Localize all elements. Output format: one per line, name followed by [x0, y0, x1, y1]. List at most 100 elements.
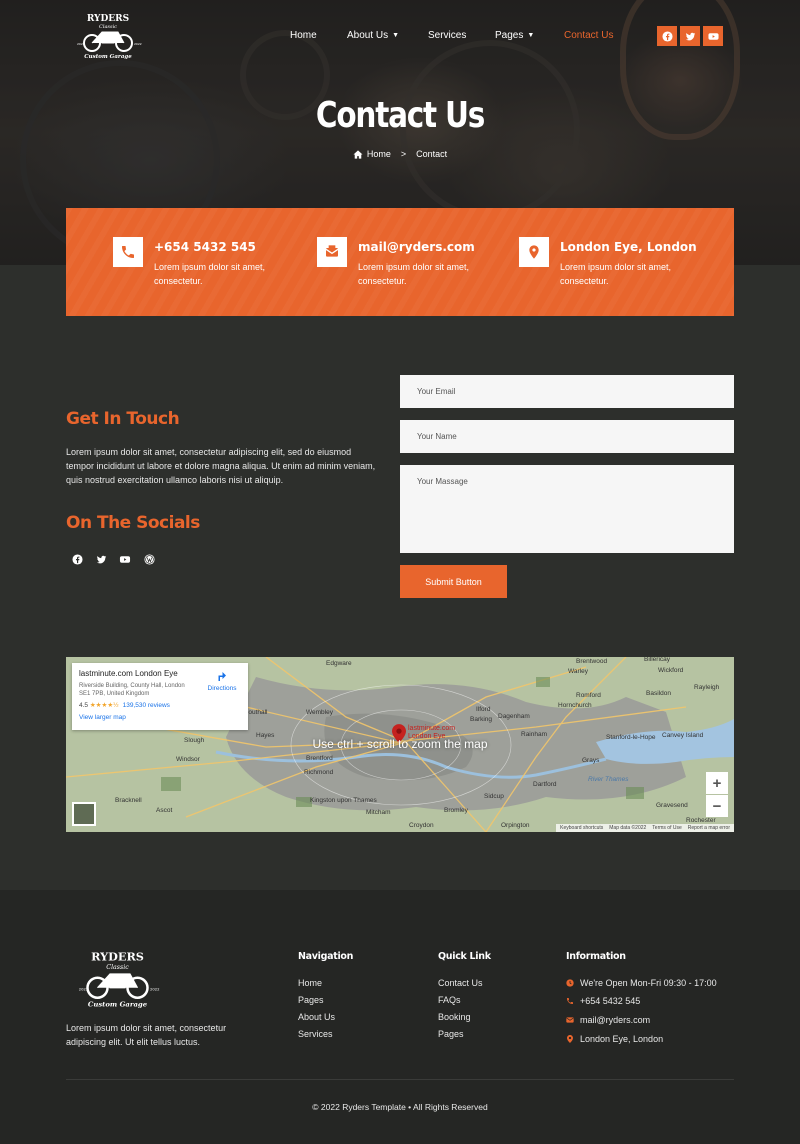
footer-logo[interactable]: RYDERS Classic 2022 2022 Custom Garage	[75, 948, 160, 1010]
map-place-label: Wickford	[658, 667, 684, 674]
footer-link-faqs[interactable]: FAQs	[438, 995, 461, 1005]
chevron-down-icon: ▼	[527, 32, 535, 39]
footer-link-pages-2[interactable]: Pages	[438, 1029, 464, 1039]
nav-pages[interactable]: Pages ▼	[495, 30, 534, 41]
svg-text:RYDERS: RYDERS	[87, 14, 129, 24]
footer-info-phone[interactable]: +654 5432 545	[566, 996, 640, 1006]
breadcrumb-home-label: Home	[366, 149, 391, 159]
map-place-label: Edgware	[326, 660, 352, 667]
map-place-label: Brentwood	[576, 658, 607, 665]
map-place-label: Ascot	[156, 807, 172, 814]
nav-services-label: Services	[428, 30, 467, 41]
breadcrumb-current: Contact	[416, 149, 448, 159]
contact-info-box: +654 5432 545 Lorem ipsum dolor sit amet…	[66, 208, 734, 316]
footer-info-hours: We're Open Mon-Fri 09:30 - 17:00	[566, 978, 717, 988]
nav-about-us-label: About Us	[347, 30, 389, 41]
map-place-label: Romford	[576, 692, 601, 699]
info-phone-text: Lorem ipsum dolor sit amet, consectetur.	[154, 262, 266, 286]
directions-label: Directions	[207, 685, 237, 692]
youtube-icon[interactable]	[703, 26, 723, 46]
map-data-label: Map data ©2022	[609, 825, 647, 831]
wordpress-icon[interactable]	[142, 552, 156, 566]
info-location-title[interactable]: London Eye, London	[560, 240, 697, 254]
map-satellite-toggle[interactable]	[72, 802, 96, 826]
map-place-label: River Thames	[588, 776, 629, 783]
map-embed[interactable]: Edgware Brentwood Billericay Warley Wickford…	[66, 657, 734, 832]
page-title: Contact Us	[315, 95, 485, 136]
footer-quick-link-heading: Quick Link	[438, 951, 491, 962]
footer-link-booking[interactable]: Booking	[438, 1012, 471, 1022]
footer-info-email[interactable]: mail@ryders.com	[566, 1015, 650, 1025]
phone-icon	[113, 237, 143, 267]
directions-icon	[218, 672, 226, 681]
footer-link-pages[interactable]: Pages	[298, 995, 324, 1005]
twitter-icon[interactable]	[680, 26, 700, 46]
footer-link-home[interactable]: Home	[298, 978, 322, 988]
footer-description: Lorem ipsum dolor sit amet, consectetur …	[66, 1023, 227, 1047]
map-place-label: Grays	[582, 757, 600, 764]
terms-link[interactable]: Terms of Use	[652, 825, 681, 831]
directions-button[interactable]: Directions	[204, 671, 240, 692]
svg-text:Custom Garage: Custom Garage	[88, 1001, 148, 1009]
socials-heading: On The Socials	[66, 513, 200, 533]
mail-icon	[317, 237, 347, 267]
site-footer: RYDERS Classic 2022 2022 Custom Garage L…	[0, 890, 800, 1144]
zoom-out-button[interactable]: −	[706, 795, 728, 817]
info-email-title[interactable]: mail@ryders.com	[358, 240, 475, 254]
chevron-down-icon: ▼	[392, 32, 400, 39]
location-pin-icon	[519, 237, 549, 267]
footer-navigation-heading: Navigation	[298, 951, 354, 962]
clock-icon	[566, 979, 574, 987]
zoom-in-button[interactable]: +	[706, 772, 728, 794]
report-error-link[interactable]: Report a map error	[688, 825, 730, 831]
map-place-label: Bracknell	[115, 797, 142, 804]
email-field[interactable]: Your Email	[400, 375, 734, 408]
name-field[interactable]: Your Name	[400, 420, 734, 453]
brand-logo[interactable]: RYDERS Classic 2022 2022 Custom Garage	[74, 12, 142, 60]
map-place-label: Ilford	[476, 706, 491, 713]
nav-contact-us[interactable]: Contact Us	[564, 30, 613, 41]
view-larger-map-link[interactable]: View larger map	[79, 714, 241, 721]
nav-contact-us-label: Contact Us	[564, 30, 614, 41]
svg-text:2022: 2022	[79, 987, 89, 991]
map-reviews-link[interactable]: 139,530 reviews	[123, 702, 170, 709]
info-phone-title[interactable]: +654 5432 545	[154, 240, 256, 254]
footer-link-services[interactable]: Services	[298, 1029, 333, 1039]
map-place-label: Billericay	[644, 657, 671, 663]
nav-services[interactable]: Services	[428, 30, 466, 41]
nav-home[interactable]: Home	[290, 30, 317, 41]
map-place-label: Sidcup	[484, 793, 504, 800]
mail-icon	[566, 1016, 574, 1024]
youtube-icon[interactable]	[118, 552, 132, 566]
footer-link-about-us[interactable]: About Us	[298, 1012, 335, 1022]
map-place-label: Richmond	[304, 769, 334, 776]
message-field[interactable]: Your Massage	[400, 465, 734, 553]
twitter-icon[interactable]	[94, 552, 108, 566]
keyboard-shortcuts-link[interactable]: Keyboard shortcuts	[560, 825, 603, 831]
map-place-label: Kingston upon Thames	[310, 797, 377, 804]
facebook-icon[interactable]	[657, 26, 677, 46]
get-in-touch-text: Lorem ipsum dolor sit amet, consectetur …	[66, 447, 376, 485]
footer-info-hours-text: We're Open Mon-Fri 09:30 - 17:00	[580, 978, 717, 988]
svg-text:Custom Garage: Custom Garage	[84, 54, 132, 60]
phone-icon	[566, 997, 574, 1005]
map-place-label: Rochester	[686, 817, 716, 824]
nav-about-us[interactable]: About Us ▼	[347, 30, 399, 41]
footer-info-location-text: London Eye, London	[580, 1034, 664, 1044]
home-icon	[353, 149, 363, 159]
map-zoom-hint: Use ctrl + scroll to zoom the map	[312, 737, 488, 751]
top-nav: RYDERS Classic 2022 2022 Custom Garage H…	[0, 0, 800, 72]
map-place-label: Hornchurch	[558, 702, 592, 709]
info-location-text: Lorem ipsum dolor sit amet, consectetur.	[560, 262, 672, 286]
facebook-icon[interactable]	[70, 552, 84, 566]
map-place-label: Wembley	[306, 709, 334, 716]
map-place-label: Mitcham	[366, 809, 391, 816]
breadcrumb-separator: >	[400, 149, 407, 159]
breadcrumb-home[interactable]: Home	[353, 149, 391, 159]
submit-button[interactable]: Submit Button	[400, 565, 507, 598]
get-in-touch-heading: Get In Touch	[66, 409, 180, 429]
map-place-label: Warley	[568, 668, 589, 675]
footer-info-email-text: mail@ryders.com	[580, 1015, 651, 1025]
svg-text:RYDERS: RYDERS	[91, 949, 144, 963]
footer-link-contact-us[interactable]: Contact Us	[438, 978, 483, 988]
